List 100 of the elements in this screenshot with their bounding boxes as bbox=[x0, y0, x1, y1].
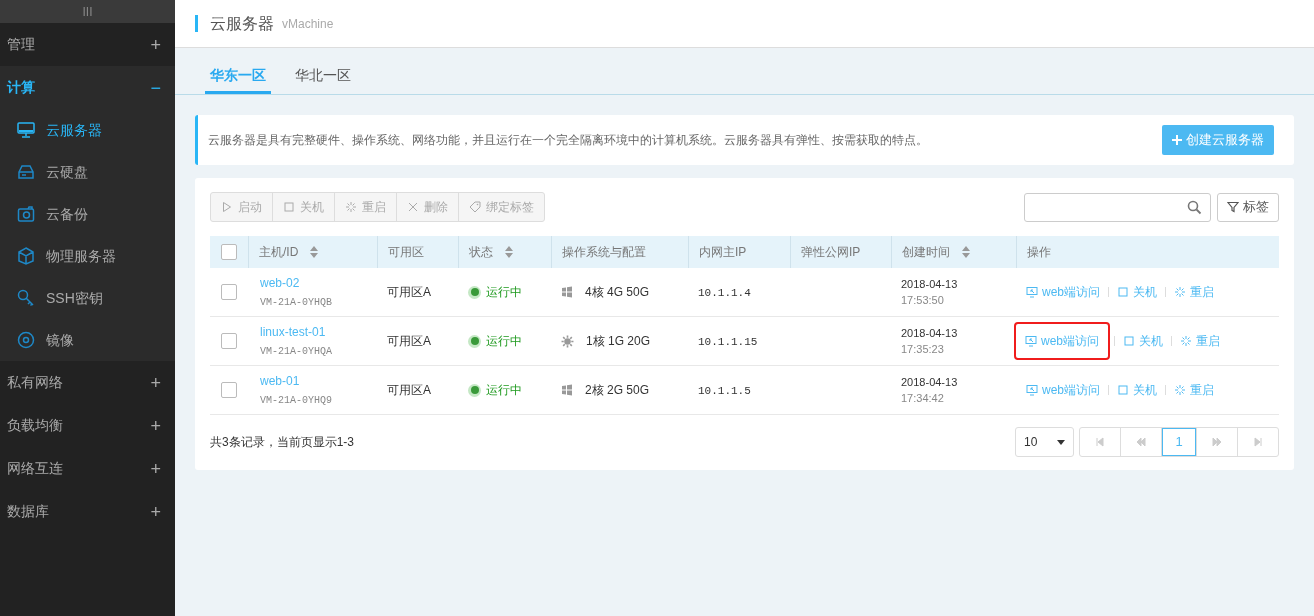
sort-icon[interactable] bbox=[310, 246, 319, 258]
created-time: 17:53:50 bbox=[901, 293, 945, 308]
nav-item-label: 云备份 bbox=[46, 204, 88, 224]
row-action-link[interactable]: web端访问 bbox=[1026, 381, 1100, 399]
row-action-link[interactable]: 关机 bbox=[1117, 283, 1157, 301]
tag-filter-button[interactable]: 标签 bbox=[1217, 192, 1279, 222]
asterisk-icon bbox=[1174, 286, 1186, 298]
toggle-sign[interactable]: + bbox=[150, 373, 161, 392]
camera-icon bbox=[17, 205, 35, 223]
region-tab[interactable]: 华北一区 bbox=[290, 59, 356, 94]
row-checkbox[interactable] bbox=[221, 333, 237, 349]
status-dot bbox=[468, 334, 481, 348]
nav-item[interactable]: 物理服务器 bbox=[0, 235, 175, 277]
disc-icon bbox=[17, 331, 35, 349]
host-name-link[interactable]: web-02 bbox=[260, 274, 300, 292]
create-server-button[interactable]: 创建云服务器 bbox=[1162, 125, 1274, 155]
nav-group-header[interactable]: 负载均衡 + bbox=[0, 404, 175, 447]
screen-cursor-icon bbox=[1026, 286, 1038, 298]
gear-icon bbox=[561, 334, 574, 348]
nav-item[interactable]: 云备份 bbox=[0, 193, 175, 235]
host-id: VM-21A-0YHQ9 bbox=[260, 394, 333, 408]
previous-page-icon bbox=[1136, 437, 1146, 447]
asterisk-icon bbox=[1180, 335, 1192, 347]
column-header[interactable]: 创建时间 bbox=[891, 236, 1016, 268]
sort-icon[interactable] bbox=[962, 246, 970, 258]
cube-icon bbox=[17, 247, 35, 265]
key-icon bbox=[17, 289, 35, 307]
filter-icon bbox=[1227, 201, 1239, 213]
page-title: 云服务器 bbox=[210, 13, 274, 34]
config-text: 1核 1G 20G bbox=[586, 333, 651, 350]
status-dot bbox=[468, 383, 481, 397]
host-name-link[interactable]: linux-test-01 bbox=[260, 323, 326, 341]
toolbar-button[interactable]: 重启 bbox=[335, 193, 397, 221]
nav-item[interactable]: SSH密钥 bbox=[0, 277, 175, 319]
row-action-link[interactable]: 重启 bbox=[1174, 283, 1214, 301]
toolbar-button[interactable]: 关机 bbox=[273, 193, 335, 221]
column-header: 内网主IP bbox=[688, 236, 790, 268]
search-icon bbox=[1187, 199, 1202, 215]
page-subtitle: vMachine bbox=[282, 15, 334, 33]
nav-item[interactable]: 镜像 bbox=[0, 319, 175, 361]
ip-text: 10.1.1.5 bbox=[698, 384, 751, 397]
collapse-handle[interactable]: III bbox=[0, 0, 175, 23]
sort-icon[interactable] bbox=[505, 246, 513, 258]
next-page-icon bbox=[1212, 437, 1222, 447]
page-number-button[interactable]: 1 bbox=[1162, 428, 1196, 456]
config-text: 4核 4G 50G bbox=[585, 284, 650, 301]
toggle-sign[interactable]: + bbox=[150, 35, 161, 54]
column-header: 弹性公网IP bbox=[790, 236, 891, 268]
created-date: 2018-04-13 bbox=[901, 276, 959, 292]
toggle-sign[interactable]: + bbox=[150, 502, 161, 521]
row-action-link[interactable]: 关机 bbox=[1117, 381, 1157, 399]
zone-text: 可用区A bbox=[387, 285, 431, 299]
status-dot bbox=[468, 285, 481, 299]
status-text: 运行中 bbox=[486, 382, 522, 399]
row-action-link[interactable]: 重启 bbox=[1180, 332, 1220, 350]
square-icon bbox=[1117, 286, 1129, 298]
row-action-link[interactable]: 关机 bbox=[1123, 332, 1163, 350]
region-tab[interactable]: 华东一区 bbox=[205, 59, 271, 94]
nav-item[interactable]: 云硬盘 bbox=[0, 151, 175, 193]
column-header[interactable]: 状态 bbox=[458, 236, 551, 268]
toolbar-button[interactable]: 绑定标签 bbox=[459, 193, 544, 221]
nav-group-header[interactable]: 管理 + bbox=[0, 23, 175, 66]
nav-group-label: 计算 bbox=[7, 78, 35, 97]
nav-group-header[interactable]: 计算 − bbox=[0, 66, 175, 109]
close-icon bbox=[407, 201, 419, 213]
ip-text: 10.1.1.4 bbox=[698, 286, 751, 299]
row-checkbox[interactable] bbox=[221, 382, 237, 398]
row-action-link[interactable]: web端访问 bbox=[1016, 324, 1108, 358]
row-action-link[interactable]: 重启 bbox=[1174, 381, 1214, 399]
select-all-checkbox[interactable] bbox=[221, 244, 237, 260]
nav-group-header[interactable]: 私有网络 + bbox=[0, 361, 175, 404]
host-name-link[interactable]: web-01 bbox=[260, 372, 300, 390]
hard-drive-icon bbox=[17, 163, 35, 181]
page-size-select[interactable]: 10 bbox=[1015, 427, 1074, 457]
toggle-sign[interactable]: − bbox=[150, 78, 161, 97]
record-summary: 共3条记录，当前页显示1-3 bbox=[210, 434, 355, 451]
row-action-link[interactable]: web端访问 bbox=[1026, 283, 1100, 301]
config-text: 2核 2G 50G bbox=[585, 382, 650, 399]
toolbar-button[interactable]: 启动 bbox=[211, 193, 273, 221]
toggle-sign[interactable]: + bbox=[150, 416, 161, 435]
created-time: 17:35:23 bbox=[901, 342, 945, 357]
toggle-sign[interactable]: + bbox=[150, 459, 161, 478]
last-page-icon bbox=[1253, 437, 1263, 447]
square-icon bbox=[283, 201, 295, 213]
nav-group-header[interactable]: 数据库 + bbox=[0, 490, 175, 533]
play-icon bbox=[221, 201, 233, 213]
nav-item-label: 镜像 bbox=[46, 330, 74, 350]
nav-group-label: 数据库 bbox=[7, 502, 49, 521]
nav-item-label: 云服务器 bbox=[46, 120, 102, 140]
screen-cursor-icon bbox=[1026, 384, 1038, 396]
screen-cursor-icon bbox=[1025, 335, 1037, 347]
host-id: VM-21A-0YHQB bbox=[260, 296, 333, 310]
column-header[interactable]: 主机/ID bbox=[248, 236, 377, 268]
nav-item[interactable]: 云服务器 bbox=[0, 109, 175, 151]
row-checkbox[interactable] bbox=[221, 284, 237, 300]
host-id: VM-21A-0YHQA bbox=[260, 345, 333, 359]
search-field[interactable] bbox=[1024, 192, 1211, 222]
status-text: 运行中 bbox=[486, 333, 522, 350]
toolbar-button[interactable]: 删除 bbox=[397, 193, 459, 221]
nav-group-header[interactable]: 网络互连 + bbox=[0, 447, 175, 490]
